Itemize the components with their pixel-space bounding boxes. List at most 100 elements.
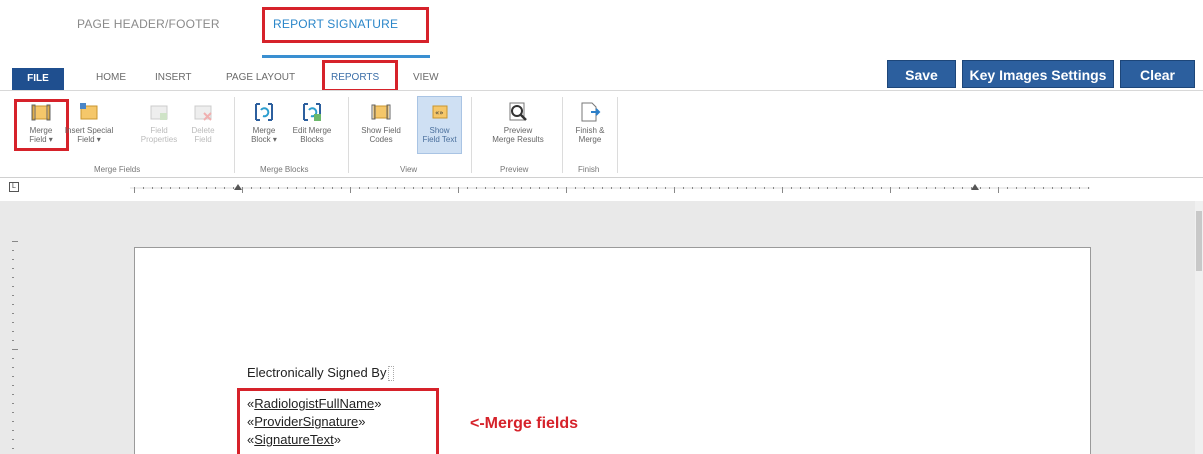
field-properties-label-1: Field — [150, 126, 168, 135]
ruler-tick — [719, 187, 720, 189]
ruler-tick — [206, 187, 207, 189]
document-page[interactable]: Electronically Signed By «RadiologistFul… — [134, 247, 1091, 454]
ruler-tick — [287, 187, 288, 189]
ruler-tick — [881, 187, 882, 189]
group-label-merge-blocks: Merge Blocks — [260, 165, 309, 174]
ruler-tick — [12, 358, 14, 359]
delete-field-button[interactable]: Delete Field — [182, 101, 224, 144]
ruler-tick — [179, 187, 180, 189]
ruler-tick — [395, 187, 396, 189]
magnifier-icon — [509, 102, 527, 121]
field-properties-button[interactable]: Field Properties — [138, 101, 180, 144]
delete-field-icon — [194, 105, 212, 121]
ruler-tick — [12, 268, 14, 269]
show-field-codes-label-1: Show Field — [361, 126, 401, 135]
ruler-tick — [629, 187, 630, 189]
ruler-tick — [638, 187, 639, 189]
ruler-tick — [980, 187, 981, 189]
preview-label-1: Preview — [503, 126, 533, 135]
vertical-ruler — [12, 241, 18, 449]
ruler-tick — [1016, 187, 1017, 189]
finish-merge-icon — [581, 102, 601, 122]
ruler-tick — [12, 367, 14, 368]
tab-insert[interactable]: INSERT — [155, 72, 192, 83]
ruler-tick — [12, 421, 14, 422]
group-separator — [234, 97, 235, 173]
ruler-tick — [863, 187, 864, 189]
show-field-text-label-2: Field Text — [422, 135, 457, 144]
clear-button[interactable]: Clear — [1120, 60, 1195, 88]
ruler-tick — [12, 250, 14, 251]
ruler-tick — [431, 187, 432, 189]
show-field-text-label-1: Show — [429, 126, 450, 135]
ruler-tick — [359, 187, 360, 189]
show-field-codes-button[interactable]: Show Field Codes — [358, 101, 404, 144]
tab-page-header-footer[interactable]: PAGE HEADER/FOOTER — [77, 17, 220, 31]
ruler-tick — [314, 187, 315, 189]
ruler-tick — [12, 286, 14, 287]
ruler-tick — [1052, 187, 1053, 189]
ruler-tick — [566, 187, 567, 193]
insert-special-label-2: Field ▾ — [77, 135, 101, 144]
ruler-tick — [602, 187, 603, 189]
ruler-tick — [611, 187, 612, 189]
ruler-tick — [12, 394, 14, 395]
tab-home[interactable]: HOME — [96, 72, 126, 83]
ruler-tick — [422, 187, 423, 189]
tab-view[interactable]: VIEW — [413, 72, 439, 83]
document-canvas[interactable]: Electronically Signed By «RadiologistFul… — [0, 201, 1203, 454]
ruler-tick — [755, 187, 756, 189]
group-separator — [471, 97, 472, 173]
signed-by-text: Electronically Signed By — [247, 365, 387, 380]
ruler-tick — [1079, 187, 1080, 189]
ruler-tick — [503, 187, 504, 189]
key-images-settings-button[interactable]: Key Images Settings — [962, 60, 1114, 88]
ruler-tick — [467, 187, 468, 189]
horizontal-ruler-row: L — [0, 179, 1203, 201]
ruler-tick — [12, 439, 14, 440]
group-label-finish: Finish — [578, 165, 600, 174]
ruler-tick — [809, 187, 810, 189]
tab-stop-selector-icon[interactable]: L — [9, 182, 19, 192]
merge-block-label-2: Block ▾ — [251, 135, 277, 144]
ruler-tick — [827, 187, 828, 189]
ruler-tick — [710, 187, 711, 189]
insert-special-label-1: Insert Special — [64, 126, 114, 135]
show-field-text-icon: «» — [432, 105, 447, 119]
ruler-tick — [134, 187, 135, 193]
ruler-tick — [296, 187, 297, 189]
insert-special-field-button[interactable]: Insert Special Field ▾ — [64, 101, 114, 144]
tab-page-layout[interactable]: PAGE LAYOUT — [226, 72, 295, 83]
preview-merge-results-button[interactable]: Preview Merge Results — [480, 101, 556, 144]
ruler-tick — [773, 187, 774, 189]
ruler-tick — [701, 187, 702, 189]
show-field-text-button[interactable]: «» Show Field Text — [417, 101, 462, 144]
ruler-tick — [12, 349, 18, 350]
ruler-tick — [242, 187, 243, 193]
finish-merge-label-1: Finish & — [575, 126, 605, 135]
signed-by-line: Electronically Signed By — [247, 365, 395, 382]
horizontal-ruler[interactable] — [130, 182, 1090, 194]
ruler-tick — [548, 187, 549, 189]
svg-text:«»: «» — [435, 109, 444, 117]
merge-field-button[interactable]: Merge Field ▾ — [18, 101, 64, 144]
section-tabs: PAGE HEADER/FOOTER REPORT SIGNATURE — [0, 0, 1203, 58]
ruler-tick — [683, 187, 684, 189]
field-properties-label-2: Properties — [140, 135, 178, 144]
tab-file[interactable]: FILE — [12, 68, 64, 90]
edit-merge-blocks-button[interactable]: Edit Merge Blocks — [286, 101, 338, 144]
ruler-tick — [12, 295, 14, 296]
finish-merge-button[interactable]: Finish & Merge — [568, 101, 612, 144]
edit-merge-blocks-label-1: Edit Merge — [292, 126, 332, 135]
group-separator — [562, 97, 563, 173]
merge-block-icon — [255, 103, 273, 121]
save-button[interactable]: Save — [887, 60, 956, 88]
active-tab-underline — [262, 55, 430, 58]
merge-block-button[interactable]: Merge Block ▾ — [244, 101, 284, 144]
ruler-tick — [782, 187, 783, 193]
merge-block-label-1: Merge — [252, 126, 276, 135]
vertical-scrollbar-thumb[interactable] — [1196, 211, 1202, 271]
ruler-tick — [935, 187, 936, 189]
ruler-tick — [1088, 187, 1089, 189]
ruler-tick — [1043, 187, 1044, 189]
